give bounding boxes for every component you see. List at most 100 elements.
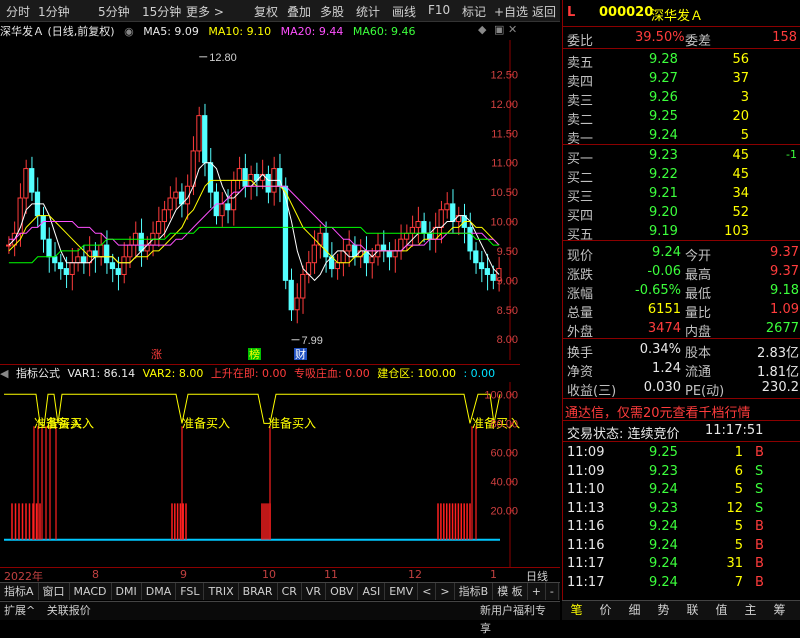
toolbar-mark[interactable]: 标记 (462, 3, 486, 20)
bid-label: 买二 (567, 171, 594, 186)
expand-button[interactable]: 扩展^ (0, 602, 39, 620)
tick-price: 9.24 (649, 556, 678, 571)
ask-price: 9.26 (649, 90, 678, 105)
toolbar-add-favorite[interactable]: +自选 (494, 3, 528, 20)
diamond-icon[interactable]: ◆ (478, 23, 486, 36)
tick-volume: 12 (726, 500, 743, 516)
promo-ad[interactable]: 通达信，仅需20元查看千档行情 (563, 401, 800, 421)
tick-row: 11:13 9.23 12 S (563, 500, 800, 518)
tick-volume: 6 (734, 463, 743, 479)
bid-row: 买一 9.23 45 -1 (563, 147, 800, 167)
tab-trend[interactable]: 势 (649, 601, 678, 620)
related-quote-button[interactable]: 关联报价 (43, 602, 95, 620)
tab-asi[interactable]: ASI (358, 583, 386, 600)
tab-value[interactable]: 值 (707, 601, 736, 620)
candle (444, 192, 450, 219)
candle (294, 283, 300, 324)
tab-macd[interactable]: MACD (70, 583, 112, 600)
tick-price: 9.23 (649, 500, 678, 516)
tab-chips[interactable]: 筹 (765, 601, 794, 620)
scroll-left-button[interactable]: < (418, 583, 437, 600)
event-marker[interactable]: 涨 (150, 348, 163, 360)
stat-value: 6151 (647, 302, 681, 317)
tab-obv[interactable]: OBV (326, 583, 359, 600)
tab-cr[interactable]: CR (278, 583, 302, 600)
scroll-right-button[interactable]: > (436, 583, 455, 600)
tab-detail[interactable]: 细 (620, 601, 649, 620)
toolbar-overlay[interactable]: 叠加 (287, 3, 311, 20)
event-marker[interactable]: 财 (294, 347, 307, 360)
ask-price: 9.28 (649, 52, 678, 67)
stat-value: 2.83亿 (757, 346, 799, 361)
candle (478, 250, 485, 283)
toolbar-adjust[interactable]: 复权 (254, 3, 278, 20)
tab-related[interactable]: 联 (678, 601, 707, 620)
tab-price[interactable]: 价 (591, 601, 620, 620)
stat-value: -0.65% (635, 283, 681, 298)
toolbar-back[interactable]: 返回 (532, 3, 556, 20)
y-tick-label: 10.50 (490, 187, 518, 199)
tab-brar[interactable]: BRAR (239, 583, 278, 600)
tab-dmi[interactable]: DMI (112, 583, 142, 600)
candle (138, 218, 144, 267)
indicator-var1: VAR1: 86.14 (67, 367, 136, 380)
event-marker[interactable]: 榜 (248, 347, 261, 360)
tick-time: 11:17 (567, 574, 605, 590)
toolbar-multi[interactable]: 多股 (320, 3, 344, 20)
candle (98, 233, 104, 266)
expand-icon[interactable]: ▣ (494, 23, 504, 36)
ask-volume: 37 (732, 71, 749, 86)
toolbar-draw[interactable]: 画线 (392, 3, 416, 20)
candle (300, 265, 306, 314)
tab-vr[interactable]: VR (302, 583, 327, 600)
tab-emv[interactable]: EMV (385, 583, 419, 600)
indicator-name[interactable]: 指标公式 (16, 367, 60, 380)
tick-time: 11:13 (567, 500, 605, 516)
stat-value: 0.34% (639, 342, 681, 357)
toolbar-15min[interactable]: 15分钟 (142, 3, 181, 20)
stat-row: 总量 6151 量比 1.09 (563, 301, 800, 321)
candle (196, 106, 202, 163)
indicator-menu-icon[interactable]: ◀ (0, 367, 8, 380)
toolbar-f10[interactable]: F10 (428, 3, 450, 17)
toolbar-more[interactable]: 更多 > (186, 3, 224, 20)
candle (132, 221, 139, 259)
settings-icon[interactable]: ◉ (124, 25, 134, 38)
date-label: 8 (92, 568, 99, 581)
bid-volume: 34 (732, 186, 749, 201)
candle (23, 159, 29, 214)
stat-value: 3474 (647, 321, 681, 336)
order-ratio-row: 委比 39.50% 委差 158 (563, 29, 800, 49)
tick-time: 11:16 (567, 519, 605, 534)
tab-indicator-a[interactable]: 指标A (0, 583, 39, 600)
candlestick-chart[interactable]: 12.50 12.00 11.50 11.00 10.50 10.00 9.50 9.00 8.… (0, 40, 520, 360)
ask-label: 卖三 (567, 94, 594, 109)
ma60-label: MA60: 9.46 (352, 25, 416, 38)
remove-window-button[interactable]: - (546, 583, 559, 600)
toolbar-1min[interactable]: 1分钟 (38, 3, 70, 20)
new-user-promo[interactable]: 新用户福利专享 (476, 602, 560, 638)
tab-main[interactable]: 主 (736, 601, 765, 620)
tab-template[interactable]: 模 板 (493, 583, 528, 600)
candle (179, 183, 185, 218)
candle (173, 177, 179, 210)
candle (155, 206, 162, 247)
toolbar-stats[interactable]: 统计 (356, 3, 380, 20)
candle (450, 189, 456, 233)
toolbar-5min[interactable]: 5分钟 (98, 3, 130, 20)
indicator-chart[interactable]: 准备买入准备买入 准备买入 准备买入 准备买入 100.0080.0060.0040.… (0, 382, 520, 567)
tick-row: 11:17 9.24 31 B (563, 555, 800, 573)
close-icon[interactable]: ✕ (508, 23, 517, 36)
toolbar-intraday[interactable]: 分时 (6, 3, 30, 20)
stat-row: 收益(三) 0.030 PE(动) 230.2 (563, 379, 800, 399)
tab-indicator-b[interactable]: 指标B (455, 583, 494, 600)
tab-window[interactable]: 窗口 (39, 583, 70, 600)
add-window-button[interactable]: + (528, 583, 546, 600)
tab-trix[interactable]: TRIX (204, 583, 239, 600)
tab-ticks[interactable]: 笔 (562, 601, 591, 620)
tab-fsl[interactable]: FSL (176, 583, 205, 600)
candle (340, 239, 346, 277)
candle (305, 250, 312, 284)
tab-dma[interactable]: DMA (142, 583, 177, 600)
stat-row: 外盘 3474 内盘 2677 (563, 320, 800, 340)
